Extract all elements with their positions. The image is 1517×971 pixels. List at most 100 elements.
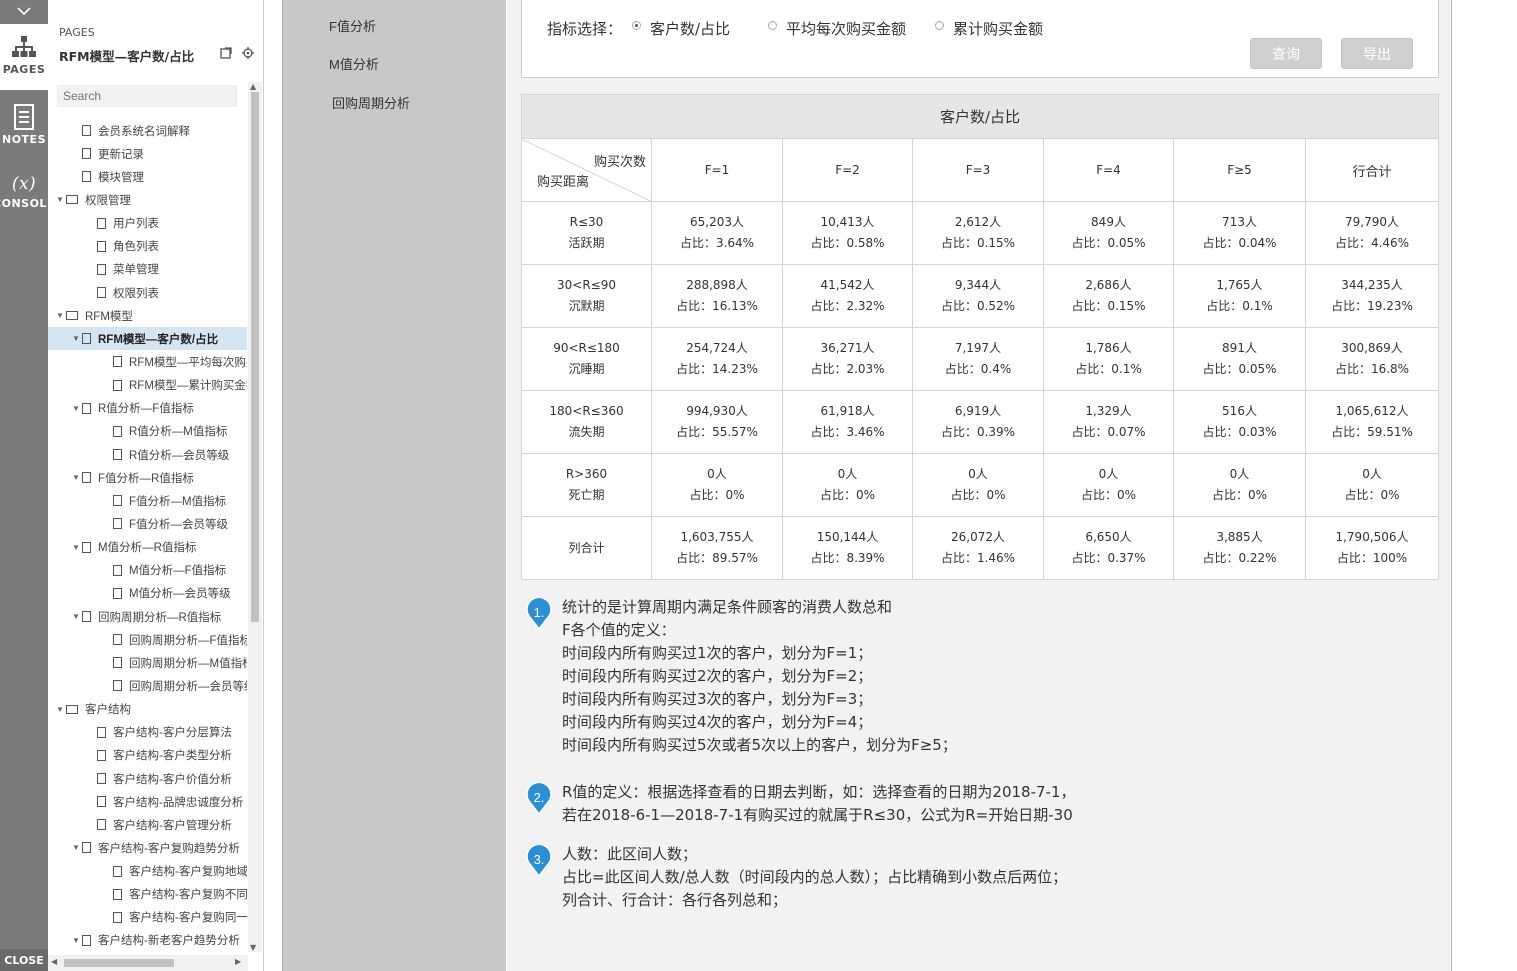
tree-page[interactable]: F值分析—M值指标 [48,489,247,512]
tree-page[interactable]: M值分析—会员等级 [48,582,247,605]
notes-tab-label: NOTES [2,133,46,146]
pages-tab[interactable]: PAGES [0,24,48,90]
radio-total-purchase[interactable]: 累计购买金额 [935,18,1043,39]
column-header: F=1 [651,138,783,202]
console-tab[interactable]: (x) CONSOLE [0,174,54,224]
tree-page[interactable]: 会员系统名词解释 [48,119,247,142]
tree-page[interactable]: 角色列表 [48,235,247,258]
page-icon [113,680,122,692]
tree-page[interactable]: 客户结构-客户管理分析 [48,813,247,836]
cell-ratio: 占比：0.1% [1075,362,1142,376]
subnav-item-f-analysis[interactable]: F值分析 [329,16,376,35]
tree-page[interactable]: M值分析—F值指标 [48,559,247,582]
expand-arrow-icon[interactable]: ▼ [70,936,82,945]
row-header: 90<R≤180 沉睡期 [521,327,652,391]
tree-page[interactable]: 菜单管理 [48,258,247,281]
tree-page[interactable]: F值分析—会员等级 [48,512,247,535]
tree-page[interactable]: 回购周期分析—F值指标 [48,628,247,651]
note-line: 统计的是计算周期内满足条件顾客的消费人数总和 [562,598,893,616]
scroll-right-icon[interactable]: ▶ [235,957,241,966]
cell-ratio: 占比：0.22% [1202,551,1277,565]
collapse-chevron-icon[interactable] [0,0,48,22]
radio-customer-count[interactable]: 客户数/占比 [632,18,730,39]
radio-dot[interactable] [768,21,777,30]
tree-page[interactable]: 客户结构-客户复购地域 [48,860,247,883]
scroll-left-icon[interactable]: ◀ [51,957,57,966]
cell-ratio: 占比：89.57% [676,551,758,565]
column-header: F=3 [912,138,1044,202]
tree-page[interactable]: ▼ 客户结构-新老客户趋势分析 [48,929,247,951]
subnav-item-m-analysis[interactable]: M值分析 [329,54,379,73]
tree-page[interactable]: RFM模型—平均每次购买 [48,350,247,373]
tree-item-label: 权限管理 [85,194,131,207]
note-line: F各个值的定义： [562,621,676,639]
locate-page-icon[interactable] [242,47,254,59]
tree-item-label: RFM模型—累计购买金额 [129,380,247,393]
sub-navigation: F值分析 M值分析 回购周期分析 [282,0,506,971]
tree-page[interactable]: ▼ 客户结构-客户复购趋势分析 [48,836,247,859]
tree-page[interactable]: 客户结构-客户类型分析 [48,744,247,767]
export-button[interactable]: 导出 [1341,38,1413,69]
tree-page[interactable]: 更新记录 [48,142,247,165]
tree-vertical-scrollbar[interactable]: ▲ ▼ [248,82,262,952]
tree-horizontal-scrollbar[interactable]: ◀ ▶ [48,955,248,971]
tree-page[interactable]: ▼ R值分析—F值指标 [48,397,247,420]
page-icon [113,657,122,669]
radio-dot-checked[interactable] [632,21,641,30]
tree-page[interactable]: R值分析—M值指标 [48,420,247,443]
page-icon [82,148,91,160]
expand-arrow-icon[interactable]: ▼ [70,404,82,413]
tree-item-label: 回购周期分析—M值指标 [129,657,247,670]
tree-page[interactable]: 模块管理 [48,165,247,188]
tree-folder[interactable]: ▼ RFM模型 [48,304,247,327]
tree-page[interactable]: ▼ RFM模型—客户数/占比 [48,327,247,351]
expand-arrow-icon[interactable]: ▼ [70,612,82,621]
tree-page[interactable]: ▼ M值分析—R值指标 [48,536,247,559]
tree-page[interactable]: 客户结构-客户复购同一 [48,906,247,929]
scrollbar-thumb[interactable] [64,959,174,967]
tree-item-label: 客户结构-客户分层算法 [113,727,232,740]
expand-arrow-icon[interactable]: ▼ [54,195,66,204]
tree-page[interactable]: RFM模型—累计购买金额 [48,374,247,397]
expand-arrow-icon[interactable]: ▼ [70,334,82,343]
tree-folder[interactable]: ▼ 权限管理 [48,188,247,211]
expand-arrow-icon[interactable]: ▼ [54,705,66,714]
tree-page[interactable]: 回购周期分析—会员等级 [48,674,247,697]
tree-item-label: 角色列表 [113,241,159,254]
tree-page[interactable]: 客户结构-品牌忠诚度分析 [48,790,247,813]
tree-page[interactable]: 客户结构-客户复购不同 [48,883,247,906]
tree-folder[interactable]: ▼ 客户结构 [48,698,247,721]
expand-pages-icon[interactable] [220,47,232,59]
expand-arrow-icon[interactable]: ▼ [54,311,66,320]
table-cell: 2,686人 占比：0.15% [1043,264,1174,328]
radio-avg-purchase[interactable]: 平均每次购买金额 [768,18,906,39]
cell-ratio: 占比：59.51% [1331,425,1413,439]
tree-page[interactable]: 权限列表 [48,281,247,304]
cell-ratio: 占比：2.03% [810,362,885,376]
tree-page[interactable]: 客户结构-客户分层算法 [48,721,247,744]
radio-dot[interactable] [935,21,944,30]
expand-arrow-icon[interactable]: ▼ [70,473,82,482]
notes-tab[interactable]: NOTES [0,104,48,154]
page-icon [113,495,122,507]
scroll-down-icon[interactable]: ▼ [250,943,256,952]
cell-ratio: 占比：0% [950,488,1006,502]
tree-page[interactable]: 客户结构-客户价值分析 [48,767,247,790]
pages-search-input[interactable] [57,85,237,107]
tree-page[interactable]: 回购周期分析—M值指标 [48,651,247,674]
expand-arrow-icon[interactable]: ▼ [70,843,82,852]
cell-count: 1,065,612人 [1335,404,1409,418]
scroll-up-icon[interactable]: ▲ [250,82,256,91]
expand-arrow-icon[interactable]: ▼ [70,543,82,552]
tree-page[interactable]: ▼ F值分析—R值指标 [48,466,247,489]
scrollbar-thumb[interactable] [251,92,259,622]
tree-page[interactable]: 用户列表 [48,212,247,235]
tree-page[interactable]: R值分析—会员等级 [48,443,247,466]
table-cell: 713人 占比：0.04% [1173,201,1306,265]
close-button[interactable]: CLOSE [0,949,48,971]
tree-item-label: 客户结构-客户复购不同 [129,889,247,902]
cell-count: 0人 [968,467,988,481]
subnav-item-repurchase-analysis[interactable]: 回购周期分析 [332,93,410,112]
tree-page[interactable]: ▼ 回购周期分析—R值指标 [48,605,247,628]
query-button[interactable]: 查询 [1250,38,1322,69]
